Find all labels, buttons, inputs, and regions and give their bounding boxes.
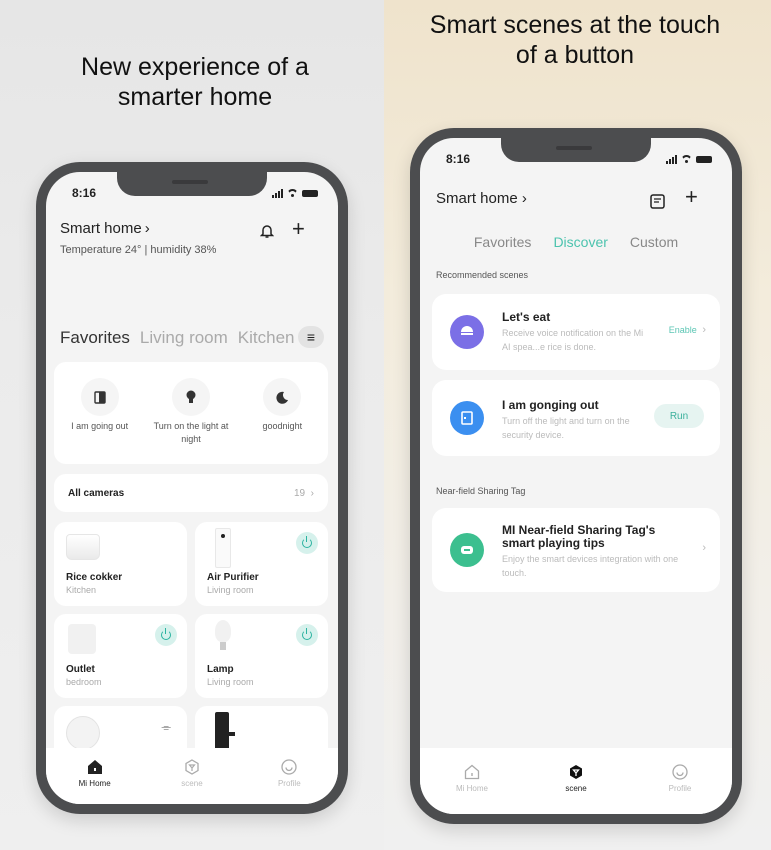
bell-icon [259, 225, 275, 238]
power-toggle[interactable] [296, 624, 318, 646]
smiley-icon [672, 764, 689, 781]
tab-favorites[interactable]: Favorites [60, 328, 130, 348]
add-button[interactable]: + [685, 186, 698, 208]
tab-mi-home[interactable]: Mi Home [442, 764, 502, 793]
room-tabs: Favorites Living room Kitchen [60, 328, 324, 348]
device-card-outlet[interactable]: Outlet bedroom [54, 614, 187, 698]
log-button[interactable] [650, 191, 665, 213]
bulb-icon [171, 378, 210, 416]
tab-profile[interactable]: Profile [259, 759, 319, 788]
moon-icon [263, 378, 302, 416]
hamburger-icon: ≡ [306, 329, 316, 345]
tab-kitchen[interactable]: Kitchen [238, 328, 295, 348]
home-selector[interactable]: Smart home › [436, 190, 527, 207]
rice-cooker-image [66, 534, 100, 560]
headline-right: Smart scenes at the touch of a button [429, 11, 721, 69]
room-menu-button[interactable]: ≡ [298, 326, 324, 348]
nfc-tag-icon [450, 533, 484, 567]
plus-icon: + [685, 184, 698, 209]
enable-button[interactable]: Enable › [669, 324, 706, 336]
chevron-right-icon: › [307, 487, 314, 499]
notch [501, 138, 651, 162]
scene-card-going-out[interactable]: I am gonging out Turn off the light and … [432, 380, 720, 456]
scene-card-lets-eat[interactable]: Let's eat Receive voice notification on … [432, 294, 720, 370]
favorite-scenes-card: I am going out Turn on the light at nigh… [54, 362, 328, 464]
tab-custom[interactable]: Custom [630, 234, 678, 250]
power-icon [161, 628, 171, 640]
wifi-icon [681, 155, 692, 163]
section-nfc: Near-field Sharing Tag [436, 486, 526, 496]
tab-mi-home[interactable]: Mi Home [65, 759, 125, 788]
phone-home: 8:16 Smart home › Temperature 24° | humi… [36, 162, 348, 814]
headline-left: New experience of a smarter home [81, 53, 309, 111]
clock: 8:16 [72, 186, 97, 200]
robot-vacuum-image [66, 716, 100, 750]
scene-icon [183, 759, 200, 776]
power-toggle[interactable] [296, 532, 318, 554]
tab-scene[interactable]: scene [546, 764, 606, 793]
scene-going-out[interactable]: I am going out [58, 378, 142, 464]
door-lock-image [215, 712, 235, 752]
run-button[interactable]: Run [654, 404, 704, 428]
bowl-icon [450, 315, 484, 349]
nfc-tips-card[interactable]: MI Near-field Sharing Tag's smart playin… [432, 508, 720, 592]
tab-living-room[interactable]: Living room [140, 328, 228, 348]
chevron-right-icon: › [702, 542, 706, 554]
home-icon [464, 764, 481, 781]
add-button[interactable]: + [292, 218, 305, 240]
scene-icon [568, 764, 585, 781]
climate-readout: Temperature 24° | humidity 38% [60, 244, 217, 256]
scenes-screen: 8:16 Smart home › + Favorites Discover C… [420, 138, 732, 814]
home-screen: 8:16 Smart home › Temperature 24° | humi… [46, 172, 338, 804]
phone-scenes: 8:16 Smart home › + Favorites Discover C… [410, 128, 742, 824]
tab-favorites[interactable]: Favorites [474, 234, 532, 250]
notch [117, 172, 267, 196]
tab-discover[interactable]: Discover [553, 234, 607, 250]
tab-scene[interactable]: scene [162, 759, 222, 788]
all-cameras-row[interactable]: All cameras 19 › [54, 474, 328, 512]
home-selector[interactable]: Smart home › [60, 220, 150, 237]
device-card-rice-cooker[interactable]: Rice cokker Kitchen [54, 522, 187, 606]
smiley-icon [281, 759, 298, 776]
power-icon [302, 628, 312, 640]
camera-count: 19 [293, 487, 306, 499]
chevron-right-icon: › [521, 190, 527, 207]
door-icon [450, 401, 484, 435]
air-purifier-image [215, 528, 231, 568]
bottom-tab-bar: Mi Home scene Profile [46, 748, 338, 804]
device-card-lamp[interactable]: Lamp Living room [195, 614, 328, 698]
scene-tabs: Favorites Discover Custom [420, 234, 732, 250]
chevron-right-icon: › [699, 324, 706, 336]
clock: 8:16 [446, 152, 471, 166]
battery-icon [302, 189, 318, 197]
signal-icon [666, 154, 677, 164]
notifications-button[interactable] [259, 221, 275, 243]
scene-goodnight[interactable]: goodnight [240, 378, 324, 464]
wifi-icon [287, 189, 298, 197]
plus-icon: + [292, 216, 305, 241]
power-icon [302, 536, 312, 548]
chevron-right-icon: › [144, 220, 150, 237]
sweep-icon[interactable]: ⌯ [161, 720, 171, 735]
tab-profile[interactable]: Profile [650, 764, 710, 793]
power-toggle[interactable] [155, 624, 177, 646]
device-card-air-purifier[interactable]: Air Purifier Living room [195, 522, 328, 606]
bottom-tab-bar: Mi Home scene Profile [420, 748, 732, 814]
home-icon [86, 759, 103, 776]
section-recommended: Recommended scenes [436, 270, 529, 280]
lamp-image [215, 620, 231, 650]
outlet-image [68, 624, 96, 654]
signal-icon [272, 188, 283, 198]
scene-night-light[interactable]: Turn on the light at night [149, 378, 233, 464]
door-icon [80, 378, 119, 416]
battery-icon [696, 155, 712, 163]
log-icon [650, 194, 665, 209]
